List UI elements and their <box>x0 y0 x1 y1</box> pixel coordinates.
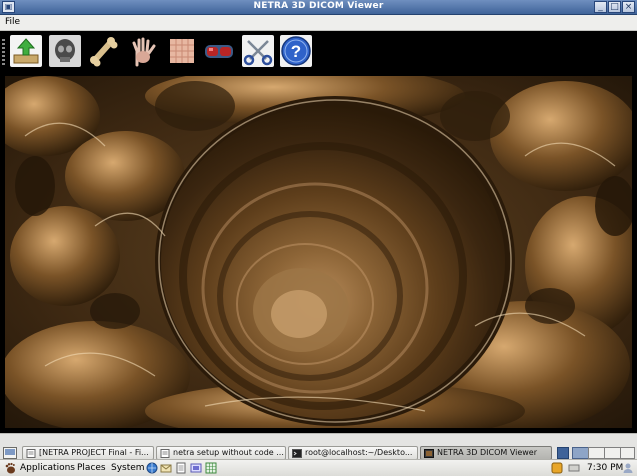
places-menu[interactable]: Places <box>77 463 106 473</box>
maximize-button[interactable]: □ <box>608 1 621 13</box>
virtual-endoscopy-button[interactable] <box>203 35 235 67</box>
skin-tissue-button[interactable] <box>166 35 198 67</box>
task-label: root@localhost:~/Deskto... <box>305 448 413 457</box>
task-label: NETRA 3D DICOM Viewer <box>437 448 538 457</box>
terminal-icon <box>292 449 302 458</box>
skull-head-icon <box>49 35 81 67</box>
lumen-tunnel <box>155 96 515 426</box>
menu-bar: File <box>0 15 637 31</box>
show-desktop-icon[interactable] <box>3 447 17 459</box>
app-window-icon <box>424 449 434 458</box>
minimize-button[interactable]: _ <box>594 1 607 13</box>
document-icon <box>160 449 170 458</box>
render-viewport[interactable] <box>0 72 637 433</box>
hand-xray-icon <box>127 35 159 67</box>
email-client-icon[interactable] <box>160 462 172 474</box>
workspace-switcher-icon[interactable] <box>557 447 569 459</box>
foot-menu-icon[interactable] <box>4 462 16 474</box>
upload-open-icon <box>10 35 42 67</box>
task-netra-setup[interactable]: netra setup without code ... <box>156 446 286 460</box>
presentation-icon[interactable] <box>190 462 202 474</box>
menu-file[interactable]: File <box>5 17 20 27</box>
toolbar: ? <box>0 31 637 72</box>
document-icon <box>26 449 36 458</box>
task-netra-project-final[interactable]: [NETRA PROJECT Final - Fi... <box>22 446 154 460</box>
panel-clock[interactable]: 7:30 PM <box>587 463 623 473</box>
text-editor-icon[interactable] <box>175 462 187 474</box>
network-status-icon[interactable] <box>568 462 580 474</box>
bone-icon <box>88 35 120 67</box>
applications-menu[interactable]: Applications <box>20 463 75 473</box>
svg-text:?: ? <box>291 42 301 61</box>
task-label: [NETRA PROJECT Final - Fi... <box>39 448 149 457</box>
skull-view-button[interactable] <box>49 35 81 67</box>
cut-tool-button[interactable] <box>242 35 274 67</box>
skin-tissue-icon <box>166 35 198 67</box>
spreadsheet-icon[interactable] <box>205 462 217 474</box>
window-titlebar[interactable]: ▣ NETRA 3D DICOM Viewer _ □ × <box>0 0 637 15</box>
volume-render-canvas[interactable] <box>5 76 632 428</box>
system-menu[interactable]: System <box>111 463 145 473</box>
scissors-cut-icon <box>242 35 274 67</box>
window-title: NETRA 3D DICOM Viewer <box>253 1 384 11</box>
bone-view-button[interactable] <box>88 35 120 67</box>
task-terminal[interactable]: root@localhost:~/Deskto... <box>288 446 418 460</box>
hand-view-button[interactable] <box>127 35 159 67</box>
workspace-4[interactable] <box>620 447 635 459</box>
help-button[interactable]: ? <box>280 35 312 67</box>
close-button[interactable]: × <box>622 1 635 13</box>
toolbar-grip-handle[interactable] <box>2 39 5 65</box>
web-browser-icon[interactable] <box>146 462 158 474</box>
top-panel: Applications Places System 7:30 PM <box>0 459 637 476</box>
task-netra-viewer[interactable]: NETRA 3D DICOM Viewer <box>420 446 552 460</box>
taskbar: [NETRA PROJECT Final - Fi... netra setup… <box>0 433 637 460</box>
screen: ▣ NETRA 3D DICOM Viewer _ □ × File ? [NE… <box>0 0 637 476</box>
help-question-icon: ? <box>280 35 312 67</box>
task-label: netra setup without code ... <box>173 448 284 457</box>
open-study-button[interactable] <box>10 35 42 67</box>
update-notifier-icon[interactable] <box>551 462 563 474</box>
virtual-goggles-icon <box>203 35 235 67</box>
user-switch-icon[interactable] <box>622 462 634 474</box>
